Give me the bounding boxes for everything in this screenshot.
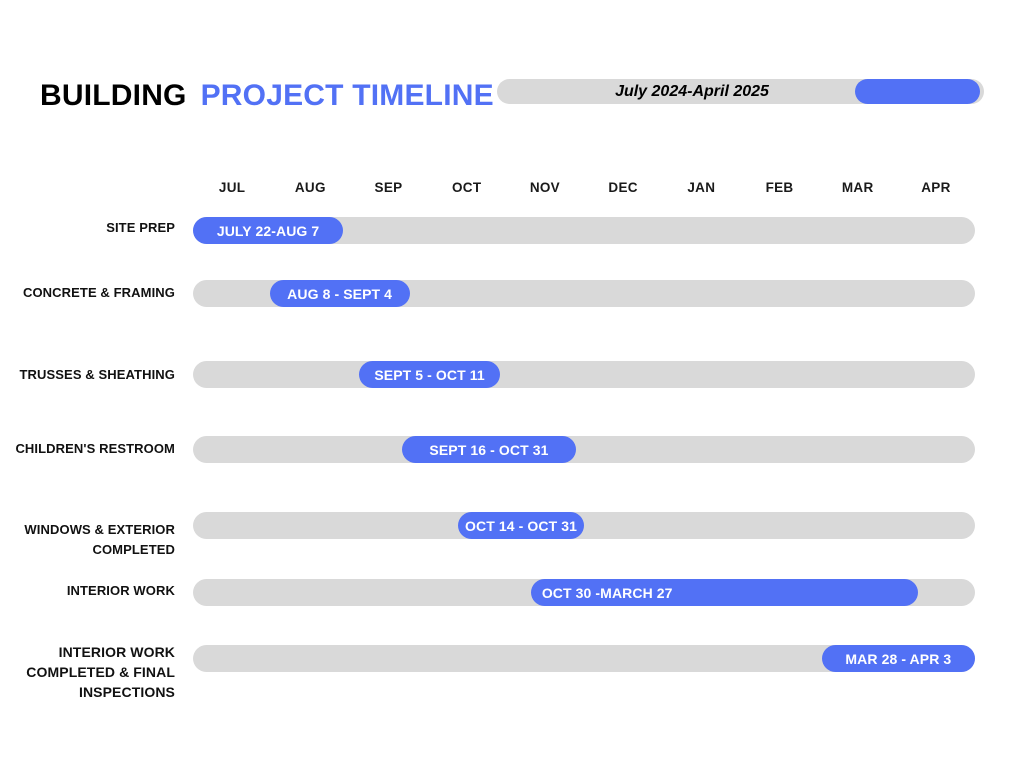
- month-tick-nov: NOV: [529, 180, 560, 195]
- task-bar-label: OCT 14 - OCT 31: [465, 517, 578, 534]
- timeline-page: BUILDING PROJECT TIMELINE July 2024-Apri…: [0, 0, 1024, 768]
- task-label-line: CHILDREN'S RESTROOM: [15, 441, 175, 456]
- month-tick-mar: MAR: [841, 180, 874, 195]
- task-label-line: SITE PREP: [106, 220, 175, 235]
- task-label: WINDOWS & EXTERIOR COMPLETED: [0, 520, 175, 560]
- task-track: SEPT 5 - OCT 11: [193, 361, 975, 388]
- task-bar[interactable]: OCT 30 -MARCH 27: [530, 579, 918, 606]
- task-row: CONCRETE & FRAMING AUG 8 - SEPT 4: [0, 279, 1024, 357]
- task-label-line: INTERIOR WORK: [58, 644, 175, 660]
- task-label-line: INSPECTIONS: [78, 684, 175, 700]
- task-label: CHILDREN'S RESTROOM: [0, 439, 175, 459]
- task-bar[interactable]: SEPT 5 - OCT 11: [358, 361, 501, 388]
- task-bar-label: AUG 8 - SEPT 4: [287, 285, 393, 302]
- task-label: SITE PREP: [0, 218, 175, 238]
- month-tick-aug: AUG: [294, 180, 326, 195]
- task-label: INTERIOR WORK: [0, 581, 175, 601]
- page-title-secondary: PROJECT TIMELINE: [200, 79, 494, 112]
- task-row: INTERIOR WORK COMPLETED & FINAL INSPECTION…: [0, 644, 1024, 722]
- task-track: OCT 14 - OCT 31: [193, 512, 975, 539]
- task-label-line: COMPLETED & FINAL: [26, 664, 175, 680]
- month-tick-oct: OCT: [452, 180, 482, 195]
- task-row: TRUSSES & SHEATHING SEPT 5 - OCT 11: [0, 360, 1024, 438]
- page-title-primary: BUILDING: [40, 79, 187, 112]
- task-label-line: TRUSSES & SHEATHING: [19, 367, 175, 382]
- date-range-label: July 2024-April 2025: [615, 83, 769, 100]
- task-label: CONCRETE & FRAMING: [0, 283, 175, 303]
- task-bar[interactable]: OCT 14 - OCT 31: [458, 512, 584, 539]
- task-label-line: COMPLETED: [92, 542, 175, 557]
- task-track: JULY 22-AUG 7: [193, 217, 975, 244]
- task-track: AUG 8 - SEPT 4: [193, 280, 975, 307]
- task-label-line: CONCRETE & FRAMING: [22, 285, 175, 300]
- task-bar[interactable]: AUG 8 - SEPT 4: [269, 280, 410, 307]
- month-tick-dec: DEC: [608, 180, 638, 195]
- task-track: MAR 28 - APR 3: [193, 645, 975, 672]
- task-row: CHILDREN'S RESTROOM SEPT 16 - OCT 31: [0, 436, 1024, 514]
- task-label-line: INTERIOR WORK: [66, 583, 175, 598]
- task-bar[interactable]: SEPT 16 - OCT 31: [401, 436, 577, 463]
- month-axis: JUL AUG SEP OCT NOV DEC JAN FEB MAR APR: [193, 180, 975, 200]
- task-label-line: WINDOWS & EXTERIOR: [24, 522, 175, 537]
- task-bar-label: SEPT 16 - OCT 31: [429, 441, 549, 458]
- month-tick-jan: JAN: [687, 180, 716, 195]
- date-range-badge: July 2024-April 2025: [497, 79, 984, 104]
- month-tick-feb: FEB: [765, 180, 794, 195]
- task-track: SEPT 16 - OCT 31: [193, 436, 975, 463]
- task-bar[interactable]: JULY 22-AUG 7: [193, 217, 344, 244]
- month-tick-apr: APR: [921, 180, 951, 195]
- task-bar-label: OCT 30 -MARCH 27: [541, 584, 673, 601]
- task-label: INTERIOR WORK COMPLETED & FINAL INSPECTION…: [0, 642, 175, 702]
- task-label: TRUSSES & SHEATHING: [0, 365, 175, 385]
- task-bar-label: MAR 28 - APR 3: [845, 650, 952, 667]
- task-bar-label: JULY 22-AUG 7: [216, 222, 320, 239]
- month-tick-sep: SEP: [374, 180, 403, 195]
- task-bar-label: SEPT 5 - OCT 11: [374, 366, 485, 383]
- page-header: BUILDING PROJECT TIMELINE July 2024-Apri…: [40, 75, 984, 117]
- task-bar[interactable]: MAR 28 - APR 3: [821, 645, 975, 672]
- task-track: OCT 30 -MARCH 27: [193, 579, 975, 606]
- month-tick-jul: JUL: [218, 180, 246, 195]
